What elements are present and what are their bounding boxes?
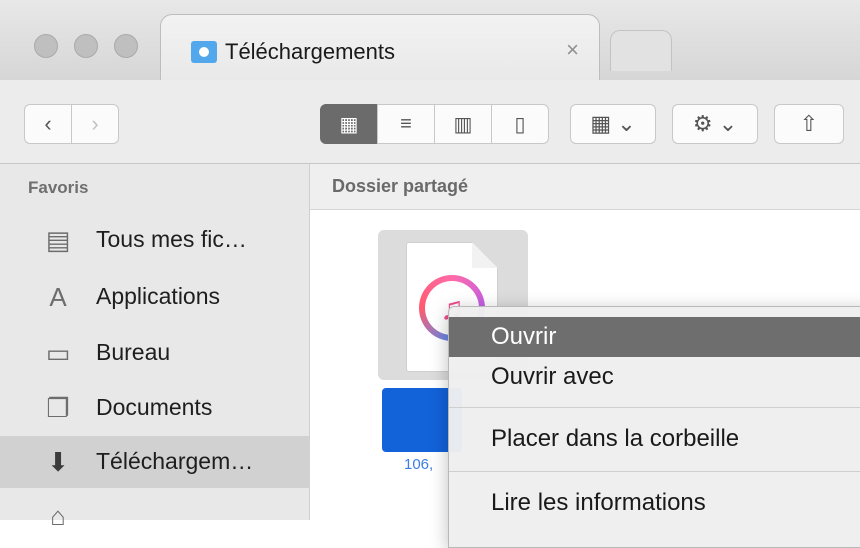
list-icon: ≡ xyxy=(400,112,412,135)
title-bar: Téléchargements × xyxy=(0,0,860,80)
menu-separator xyxy=(449,407,860,408)
desktop-icon: ▭ xyxy=(45,338,71,368)
context-menu: Ouvrir Ouvrir avec Placer dans la corbei… xyxy=(448,306,860,548)
sidebar-item-desktop[interactable]: ▭ Bureau xyxy=(0,327,310,379)
columns-icon: ▥ xyxy=(453,113,473,136)
menu-separator xyxy=(449,471,860,472)
menu-item-label: Ouvrir avec xyxy=(491,363,614,390)
sidebar-item-label: Bureau xyxy=(96,339,171,365)
minimize-window-button[interactable] xyxy=(74,34,98,58)
close-tab-icon[interactable]: × xyxy=(566,37,579,63)
sidebar-header-favorites: Favoris xyxy=(28,178,89,197)
sidebar-item-home[interactable]: ⌂ xyxy=(0,490,310,542)
sidebar-item-applications[interactable]: A Applications xyxy=(0,271,310,323)
share-button[interactable]: ⇧ xyxy=(774,104,844,144)
menu-item-label: Ouvrir xyxy=(491,323,557,350)
sidebar-item-label: Documents xyxy=(96,394,213,420)
documents-icon: ❐ xyxy=(46,393,70,423)
view-mode-segmented-control: ▦ ≡ ▥ ▯ xyxy=(320,104,549,144)
chevron-left-icon: ‹ xyxy=(44,111,52,136)
menu-item-open-with[interactable]: Ouvrir avec xyxy=(449,357,860,397)
menu-item-move-to-trash[interactable]: Placer dans la corbeille xyxy=(449,419,860,459)
sidebar-item-label: Applications xyxy=(96,283,221,309)
coverflow-icon: ▯ xyxy=(514,113,526,136)
path-header: Dossier partagé xyxy=(310,164,860,210)
toolbar: ‹ › ▦ ≡ ▥ ▯ ▦ ⌄ ⚙ ⌄ ⇧ xyxy=(0,80,860,164)
applications-icon: A xyxy=(49,282,67,312)
tab-downloads[interactable]: Téléchargements × xyxy=(160,14,600,80)
page-fold xyxy=(472,242,498,268)
home-icon: ⌂ xyxy=(50,501,66,531)
coverflow-view-button[interactable]: ▯ xyxy=(491,104,549,144)
sidebar-item-label: Téléchargem… xyxy=(96,448,254,474)
list-view-button[interactable]: ≡ xyxy=(377,104,435,144)
back-button[interactable]: ‹ xyxy=(24,104,72,144)
chevron-right-icon: › xyxy=(91,111,99,136)
file-size-label: 106, xyxy=(404,456,434,473)
sidebar-item-documents[interactable]: ❐ Documents xyxy=(0,382,310,434)
close-window-button[interactable] xyxy=(34,34,58,58)
sidebar-item-downloads[interactable]: ⬇ Téléchargem… xyxy=(0,436,310,488)
downloads-icon: ⬇ xyxy=(47,447,69,477)
menu-item-open[interactable]: Ouvrir xyxy=(449,317,860,357)
menu-item-label: Placer dans la corbeille xyxy=(491,425,740,452)
all-files-icon: ▤ xyxy=(45,225,71,255)
arrange-button[interactable]: ▦ ⌄ xyxy=(570,104,656,144)
menu-item-label: Lire les informations xyxy=(491,489,706,516)
sidebar-item-label: Tous mes fic… xyxy=(96,226,247,252)
tab-title: Téléchargements xyxy=(225,39,395,64)
share-icon: ⇧ xyxy=(799,111,819,136)
zoom-window-button[interactable] xyxy=(114,34,138,58)
sidebar-item-all-files[interactable]: ▤ Tous mes fic… xyxy=(0,214,310,266)
icon-view-button[interactable]: ▦ xyxy=(320,104,378,144)
new-tab-button[interactable] xyxy=(610,30,672,71)
forward-button[interactable]: › xyxy=(71,104,119,144)
sidebar: Favoris ▤ Tous mes fic… A Applications ▭… xyxy=(0,164,310,530)
arrange-icon: ▦ ⌄ xyxy=(590,111,636,136)
grid-icon: ▦ xyxy=(339,113,359,136)
menu-item-get-info[interactable]: Lire les informations xyxy=(449,483,860,523)
column-view-button[interactable]: ▥ xyxy=(434,104,492,144)
downloads-folder-icon xyxy=(191,41,217,63)
folder-title: Dossier partagé xyxy=(332,176,469,196)
gear-icon: ⚙ ⌄ xyxy=(692,111,738,136)
action-button[interactable]: ⚙ ⌄ xyxy=(672,104,758,144)
